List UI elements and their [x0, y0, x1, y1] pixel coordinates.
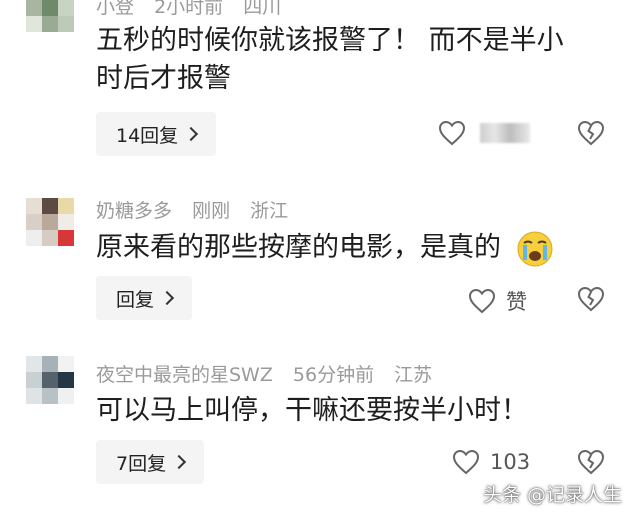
broken-heart-icon	[577, 286, 605, 312]
replies-button[interactable]: 回复	[96, 276, 193, 320]
avatar-pixel	[58, 16, 74, 32]
comment-text-line: 五秒的时候你就该报警了！ 而不是半小	[96, 25, 564, 56]
avatar-pixel	[42, 214, 58, 230]
avatar-pixel	[26, 0, 42, 16]
like-label: 赞	[506, 290, 527, 314]
comment-username[interactable]: 夜空中最亮的星SWZ	[96, 364, 273, 386]
avatar-pixel	[26, 16, 42, 32]
comment-text: 原来看的那些按摩的电影，是真的	[96, 229, 616, 268]
like-count: 103	[490, 450, 531, 474]
avatar-pixel	[26, 230, 42, 246]
chevron-right-icon	[184, 126, 199, 142]
comment-text: 五秒的时候你就该报警了！ 而不是半小 时后才报警	[96, 22, 616, 98]
comment-text: 可以马上叫停，干嘛还要按半小时！	[96, 392, 616, 430]
replies-label: 7回复	[116, 452, 167, 475]
broken-heart-icon	[577, 449, 605, 475]
avatar-pixel	[58, 388, 74, 404]
comment-username[interactable]: 奶糖多多	[96, 200, 172, 222]
heart-icon	[438, 120, 466, 146]
comment-meta: 夜空中最亮的星SWZ 56分钟前 江苏	[96, 360, 446, 387]
comment-username[interactable]: 小登	[96, 0, 134, 18]
comment-time: 56分钟前	[292, 364, 375, 386]
avatar-pixel	[42, 230, 58, 246]
replies-button[interactable]: 7回复	[96, 440, 205, 484]
comment-time: 2小时前	[154, 0, 224, 18]
comment-text-line: 原来看的那些按摩的电影，是真的	[96, 232, 501, 263]
avatar-pixel	[26, 198, 42, 214]
heart-icon	[452, 449, 480, 475]
comment-meta: 小登 2小时前 四川	[96, 0, 295, 19]
like-button[interactable]: 103	[452, 449, 530, 475]
replies-label: 回复	[116, 288, 155, 311]
like-count-blurred	[480, 123, 530, 143]
comment-text-line: 时后才报警	[96, 63, 231, 94]
avatar-pixel	[42, 198, 58, 214]
like-button[interactable]: 赞	[468, 286, 527, 316]
chevron-right-icon	[159, 290, 175, 306]
avatar-pixel	[58, 372, 74, 388]
comment-location: 四川	[243, 0, 282, 18]
avatar-pixel	[42, 0, 58, 16]
avatar[interactable]	[26, 0, 74, 32]
comment-location: 浙江	[250, 200, 289, 222]
avatar-pixel	[58, 356, 74, 372]
comment-location: 江苏	[394, 364, 433, 386]
dislike-button[interactable]	[577, 286, 605, 316]
avatar-pixel	[42, 16, 58, 32]
avatar-pixel	[58, 230, 74, 246]
avatar[interactable]	[26, 198, 74, 246]
avatar-pixel	[26, 356, 42, 372]
watermark: 头条 @记录人生	[482, 484, 622, 506]
replies-label: 14回复	[116, 124, 179, 147]
avatar-pixel	[58, 0, 74, 16]
comment-text-line: 可以马上叫停，干嘛还要按半小时！	[96, 395, 528, 426]
avatar-pixel	[58, 214, 74, 230]
comment-meta: 奶糖多多 刚刚 浙江	[96, 196, 302, 223]
crying-emoji-icon	[517, 231, 553, 266]
avatar-pixel	[58, 198, 74, 214]
like-button[interactable]	[438, 120, 530, 146]
avatar[interactable]	[26, 356, 74, 404]
dislike-button[interactable]	[577, 449, 605, 479]
broken-heart-icon	[577, 120, 605, 146]
avatar-pixel	[42, 388, 58, 404]
comment-time: 刚刚	[192, 200, 231, 222]
chevron-right-icon	[172, 454, 187, 470]
heart-icon	[468, 288, 496, 314]
replies-button[interactable]: 14回复	[96, 112, 217, 156]
avatar-pixel	[26, 214, 42, 230]
avatar-pixel	[26, 372, 42, 388]
avatar-pixel	[42, 372, 58, 388]
avatar-pixel	[26, 388, 42, 404]
dislike-button[interactable]	[577, 120, 605, 150]
avatar-pixel	[42, 356, 58, 372]
